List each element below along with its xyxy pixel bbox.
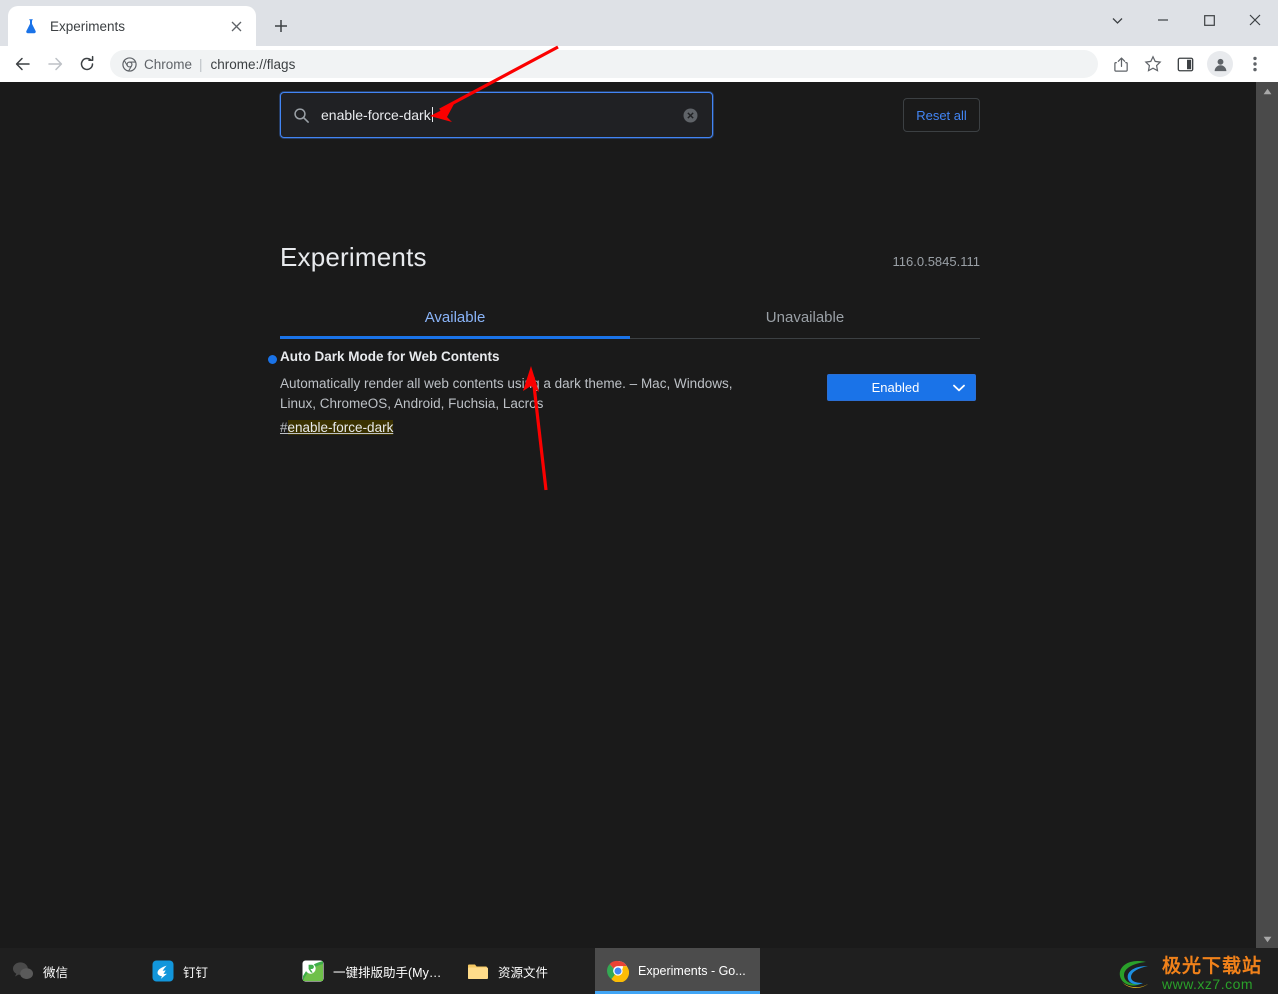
folder-icon bbox=[468, 964, 488, 979]
taskbar-item-typesetting-helper[interactable]: 一键排版助手(MyE... bbox=[290, 948, 455, 994]
tab-title: Experiments bbox=[50, 18, 126, 34]
chrome-icon bbox=[607, 960, 629, 982]
taskbar-item-label: 钉钉 bbox=[183, 965, 209, 980]
watermark: 极光下载站 www.xz7.com bbox=[1114, 956, 1262, 992]
version-label: 116.0.5845.111 bbox=[892, 254, 980, 269]
text-caret bbox=[431, 107, 433, 122]
window-minimize-button[interactable] bbox=[1140, 0, 1186, 40]
star-icon[interactable] bbox=[1138, 49, 1168, 79]
tab-strip: Experiments bbox=[0, 0, 1278, 46]
flag-modified-dot-icon bbox=[268, 355, 277, 364]
watermark-main: 极光下载站 bbox=[1161, 955, 1262, 977]
side-panel-icon[interactable] bbox=[1170, 49, 1200, 79]
taskbar-item-dingtalk[interactable]: 钉钉 bbox=[140, 948, 290, 994]
page-scrollbar[interactable] bbox=[1256, 82, 1278, 948]
search-input[interactable]: enable-force-dark bbox=[280, 92, 713, 138]
flask-icon bbox=[26, 19, 36, 34]
clear-circle-icon[interactable] bbox=[682, 107, 700, 124]
tab-available[interactable]: Available bbox=[280, 297, 630, 337]
taskbar-item-label: 资源文件 bbox=[498, 965, 549, 980]
flag-entry: Auto Dark Mode for Web Contents Automati… bbox=[268, 348, 980, 437]
flag-anchor-match: enable-force-dark bbox=[287, 420, 394, 435]
flag-anchor-link[interactable]: #enable-force-dark bbox=[280, 420, 394, 435]
taskbar-item-label: Experiments - Go... bbox=[638, 964, 746, 978]
three-dot-menu-icon[interactable] bbox=[1240, 49, 1270, 79]
page-title: Experiments bbox=[280, 242, 427, 272]
taskbar-item-label: 一键排版助手(MyE... bbox=[333, 965, 443, 980]
taskbar-item-chrome-experiments[interactable]: Experiments - Go... bbox=[595, 948, 760, 994]
taskbar-item-label: 微信 bbox=[43, 965, 69, 980]
windows-taskbar: 微信 钉钉 一键排版助手(MyE... 资源文件 Experiments - G… bbox=[0, 948, 1278, 994]
chevron-down-icon bbox=[953, 384, 965, 392]
reload-icon[interactable] bbox=[72, 49, 102, 79]
window-close-button[interactable] bbox=[1232, 0, 1278, 40]
flag-description: Automatically render all web contents us… bbox=[280, 376, 733, 411]
dingtalk-icon bbox=[152, 960, 174, 982]
tab-unavailable[interactable]: Unavailable bbox=[630, 297, 980, 337]
flags-page-content: enable-force-dark Reset all Experiments … bbox=[0, 82, 1256, 948]
flags-page: enable-force-dark Reset all Experiments … bbox=[0, 82, 1278, 948]
avatar[interactable] bbox=[1207, 51, 1233, 77]
flag-name: Auto Dark Mode for Web Contents bbox=[280, 349, 500, 364]
taskbar-item-wechat[interactable]: 微信 bbox=[0, 948, 140, 994]
search-icon bbox=[293, 107, 311, 124]
flag-state-select[interactable]: Enabled bbox=[827, 374, 976, 401]
omnibox-separator: | bbox=[199, 56, 203, 72]
window-maximize-button[interactable] bbox=[1186, 0, 1232, 40]
flags-tabs: Available Unavailable bbox=[280, 297, 980, 337]
scroll-down-arrow-icon[interactable] bbox=[1256, 930, 1278, 948]
forward-arrow-icon bbox=[40, 49, 70, 79]
watermark-text: 极光下载站 www.xz7.com bbox=[1161, 955, 1262, 992]
share-icon[interactable] bbox=[1106, 49, 1136, 79]
toolbar-right-actions bbox=[1106, 49, 1270, 79]
scroll-up-arrow-icon[interactable] bbox=[1256, 82, 1278, 100]
tab-search-chevron-icon[interactable] bbox=[1094, 0, 1140, 40]
omnibox-chip-label: Chrome bbox=[144, 56, 193, 72]
chrome-logo-icon bbox=[122, 56, 137, 72]
browser-toolbar: Chrome | chrome://flags bbox=[0, 46, 1278, 82]
spiral-logo-icon bbox=[1119, 960, 1148, 988]
address-bar[interactable]: Chrome | chrome://flags bbox=[110, 50, 1098, 78]
flag-anchor-prefix: # bbox=[280, 420, 288, 435]
tabs-active-indicator bbox=[280, 336, 630, 339]
tab-close-icon[interactable] bbox=[226, 16, 246, 36]
omnibox-chip: Chrome | bbox=[122, 57, 203, 72]
browser-tab-experiments[interactable]: Experiments bbox=[8, 6, 256, 46]
flag-state-value: Enabled bbox=[871, 380, 920, 395]
search-row: enable-force-dark Reset all bbox=[280, 92, 980, 138]
back-arrow-icon[interactable] bbox=[8, 49, 38, 79]
browser-window: Experiments Chrome | chrome://flags enab… bbox=[0, 0, 1278, 948]
new-tab-button[interactable] bbox=[266, 11, 296, 41]
search-input-value[interactable]: enable-force-dark bbox=[321, 107, 672, 123]
omnibox-url-text[interactable]: chrome://flags bbox=[211, 57, 296, 72]
typesetting-helper-icon bbox=[302, 960, 324, 982]
wechat-icon bbox=[13, 962, 33, 979]
page-header-row: Experiments 116.0.5845.111 bbox=[280, 242, 980, 273]
window-controls bbox=[1094, 0, 1278, 40]
reset-all-button[interactable]: Reset all bbox=[903, 98, 980, 132]
taskbar-item-resource-files[interactable]: 资源文件 bbox=[455, 948, 595, 994]
watermark-sub: www.xz7.com bbox=[1161, 975, 1254, 992]
